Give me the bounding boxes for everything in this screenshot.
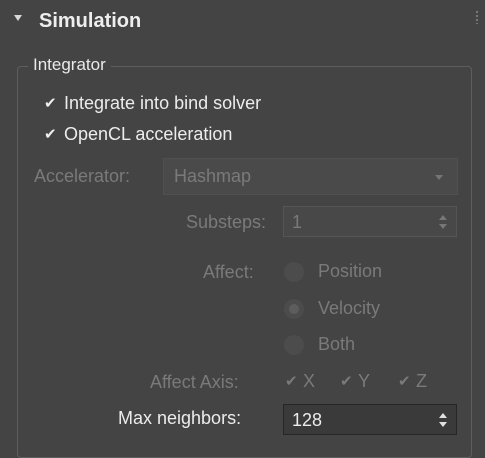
radio-button-icon: [284, 261, 304, 282]
axis-x-label: X: [303, 371, 316, 391]
checkmark-icon: ✔: [44, 93, 57, 112]
opencl-checkbox[interactable]: ✔ OpenCL acceleration: [44, 123, 232, 145]
axis-z-checkbox[interactable]: ✔ Z: [398, 371, 427, 392]
integrate-checkbox-label: Integrate into bind solver: [64, 93, 262, 113]
opencl-checkbox-label: OpenCL acceleration: [64, 124, 233, 144]
affect-option-label: Both: [318, 334, 356, 354]
axis-z-label: Z: [416, 371, 427, 391]
axis-y-checkbox[interactable]: ✔ Y: [340, 371, 370, 392]
integrate-checkbox[interactable]: ✔ Integrate into bind solver: [44, 92, 261, 114]
rollout-title[interactable]: Simulation: [39, 8, 141, 34]
checkmark-icon: ✔: [398, 372, 411, 390]
affect-axis-label: Affect Axis:: [150, 372, 239, 392]
max-neighbors-label: Max neighbors:: [118, 408, 242, 428]
axis-x-checkbox[interactable]: ✔ X: [285, 371, 315, 392]
accelerator-label: Accelerator:: [34, 166, 131, 186]
chevron-down-icon: [435, 175, 443, 180]
affect-label: Affect:: [203, 262, 254, 282]
max-neighbors-value[interactable]: 128: [292, 410, 322, 431]
checkmark-icon: ✔: [340, 372, 353, 390]
checkmark-icon: ✔: [285, 372, 298, 390]
affect-option-label: Velocity: [318, 298, 381, 318]
accelerator-dropdown[interactable]: Hashmap: [163, 158, 458, 195]
spinner-arrows-icon[interactable]: [439, 215, 447, 229]
substeps-label: Substeps:: [186, 212, 267, 232]
collapse-arrow-icon[interactable]: [14, 15, 22, 21]
substeps-spinner[interactable]: 1: [283, 206, 457, 237]
radio-button-icon: [284, 334, 304, 355]
radio-button-selected-icon: [284, 298, 304, 319]
max-neighbors-spinner[interactable]: 128: [283, 404, 457, 435]
axis-y-label: Y: [358, 371, 371, 391]
affect-radio-velocity[interactable]: Velocity: [284, 298, 380, 319]
rollout-header[interactable]: Simulation: [0, 0, 485, 44]
substeps-value: 1: [292, 212, 303, 232]
simulation-rollout: Simulation Integrator ✔ Integrate into b…: [0, 0, 485, 458]
affect-radio-both[interactable]: Both: [284, 334, 355, 355]
accelerator-value: Hashmap: [174, 166, 252, 186]
integrator-group-label: Integrator: [28, 54, 111, 76]
affect-radio-position[interactable]: Position: [284, 261, 382, 282]
affect-option-label: Position: [318, 261, 383, 281]
spinner-arrows-icon[interactable]: [439, 413, 447, 427]
checkmark-icon: ✔: [44, 124, 57, 143]
drag-handle-icon[interactable]: [475, 10, 479, 24]
